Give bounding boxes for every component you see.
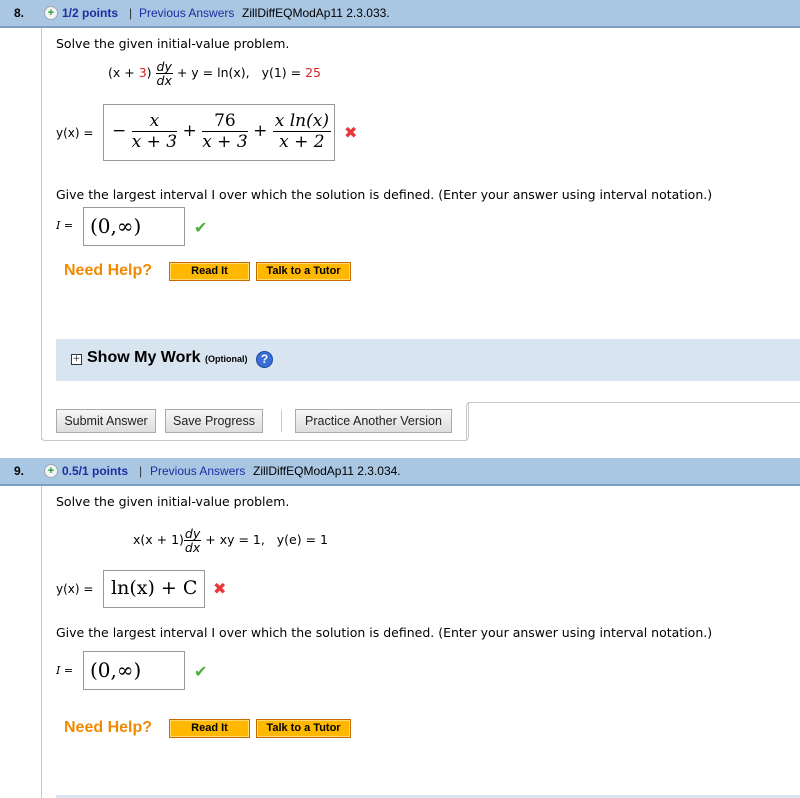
points-link[interactable]: 1/2 points xyxy=(62,6,118,20)
differential-equation: x(x + 1) dy dx + xy = 1, y(e) = 1 xyxy=(133,527,328,554)
submit-answer-button[interactable]: Submit Answer xyxy=(56,409,156,433)
term-1: xx + 3 xyxy=(131,111,178,152)
button-divider xyxy=(281,410,282,432)
talk-to-tutor-button[interactable]: Talk to a Tutor xyxy=(256,262,351,281)
question-8-header: 8. + 1/2 points | Previous Answers ZillD… xyxy=(0,0,800,28)
help-question-icon[interactable]: ? xyxy=(256,351,273,368)
question-9-header: 9. + 0.5/1 points | Previous Answers Zil… xyxy=(0,458,800,486)
term-3-num: x ln(x) xyxy=(272,111,331,132)
derivative-fraction: dy dx xyxy=(155,59,173,88)
show-my-work-title[interactable]: Show My Work (Optional) xyxy=(87,349,247,367)
question-9-border xyxy=(41,486,42,798)
talk-to-tutor-button[interactable]: Talk to a Tutor xyxy=(256,719,351,738)
expand-plus-icon[interactable]: + xyxy=(44,464,58,478)
differential-equation: (x + 3) dy dx + y = ln(x), y(1) = 25 xyxy=(108,60,321,87)
initial-value-red: 25 xyxy=(305,65,322,80)
separator: | xyxy=(129,6,133,20)
term-2: 76 x + 3 xyxy=(202,111,248,152)
minus-sign: − xyxy=(112,121,127,141)
read-it-button[interactable]: Read It xyxy=(169,262,250,281)
term-1-num: x xyxy=(131,111,178,132)
deriv-den: dx xyxy=(156,73,172,88)
question-code: ZillDiffEQModAp11 2.3.034. xyxy=(253,464,401,478)
show-my-work-label: Show My Work xyxy=(87,349,201,366)
term-3: x ln(x) x + 2 xyxy=(272,111,331,152)
deriv-num: dy xyxy=(183,526,202,541)
need-help-label: Need Help? xyxy=(64,719,153,736)
question-prompt: Solve the given initial-value problem. xyxy=(56,494,290,509)
answer-value: ln(x) + C xyxy=(111,577,198,599)
interval-prompt: Give the largest interval I over which t… xyxy=(56,187,713,202)
question-prompt: Solve the given initial-value problem. xyxy=(56,36,290,51)
interval-prompt: Give the largest interval I over which t… xyxy=(56,625,713,640)
expand-box-icon[interactable]: + xyxy=(71,354,82,365)
practice-another-version-button[interactable]: Practice Another Version xyxy=(295,409,452,433)
interval-input[interactable]: (0,∞) xyxy=(83,207,185,246)
derivative-fraction: dy dx xyxy=(183,526,202,555)
points-link[interactable]: 0.5/1 points xyxy=(62,464,128,478)
deriv-num: dy xyxy=(155,59,173,74)
question-number: 8. xyxy=(14,6,25,20)
eq-lhs-prefix: x(x + 1) xyxy=(133,532,184,547)
interval-label: I = xyxy=(56,219,74,232)
interval-input[interactable]: (0,∞) xyxy=(83,651,185,690)
read-it-button[interactable]: Read It xyxy=(169,719,250,738)
answer-label: y(x) = xyxy=(56,582,94,596)
term-2-den: x + 3 xyxy=(202,132,248,152)
correct-check-icon: ✔ xyxy=(194,218,208,237)
interval-label: I = xyxy=(56,664,74,677)
term-2-num: 76 xyxy=(202,111,248,132)
answer-input[interactable]: ln(x) + C xyxy=(103,570,205,608)
answer-label: y(x) = xyxy=(56,126,94,140)
term-1-den: x + 3 xyxy=(131,132,178,152)
term-3-den: x + 2 xyxy=(279,132,325,152)
question-code: ZillDiffEQModAp11 2.3.033. xyxy=(242,6,390,20)
question-number: 9. xyxy=(14,464,25,478)
correct-check-icon: ✔ xyxy=(194,662,208,681)
incorrect-x-icon: ✖ xyxy=(213,579,227,598)
eq-rest: + y = ln(x), xyxy=(176,65,250,80)
previous-answers-link[interactable]: Previous Answers xyxy=(150,464,245,478)
interval-value: (0,∞) xyxy=(90,214,142,238)
question-8-border xyxy=(41,28,42,440)
need-help-label: Need Help? xyxy=(64,262,153,279)
plus-sign: + xyxy=(182,121,197,141)
initial-condition: y(e) = 1 xyxy=(276,532,328,547)
previous-answers-link[interactable]: Previous Answers xyxy=(139,6,234,20)
eq-coef-red: 3 xyxy=(138,65,147,80)
optional-label: (Optional) xyxy=(204,354,248,364)
expand-plus-icon[interactable]: + xyxy=(44,6,58,20)
eq-lhs-prefix: (x + xyxy=(108,65,139,80)
button-panel-extension xyxy=(466,402,800,441)
interval-value: (0,∞) xyxy=(90,658,142,682)
save-progress-button[interactable]: Save Progress xyxy=(165,409,263,433)
answer-input[interactable]: − xx + 3 + 76 x + 3 + x ln(x) x + 2 xyxy=(103,104,335,161)
eq-rest: + xy = 1, xyxy=(205,532,265,547)
incorrect-x-icon: ✖ xyxy=(344,123,358,142)
deriv-den: dx xyxy=(184,540,201,555)
show-my-work-panel[interactable]: + Show My Work (Optional) ? xyxy=(56,339,800,381)
plus-sign: + xyxy=(253,121,268,141)
eq-lhs-close: ) xyxy=(146,65,152,80)
initial-condition: y(1) = xyxy=(261,65,306,80)
separator: | xyxy=(139,464,143,478)
